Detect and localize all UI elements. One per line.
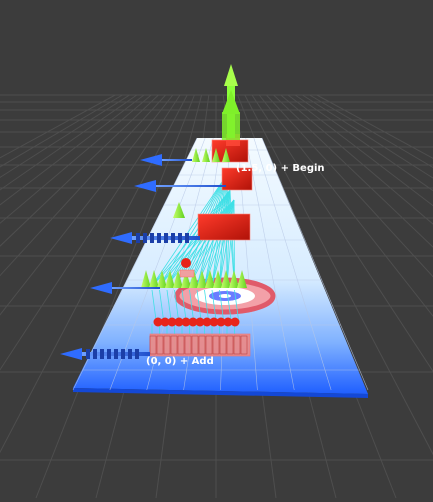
arrow-segment xyxy=(107,349,111,359)
arrow-segment xyxy=(135,349,139,359)
arrow-segment xyxy=(150,233,154,243)
red-box-icon[interactable] xyxy=(149,333,251,357)
arrow-segment xyxy=(143,233,147,243)
arrow-head xyxy=(60,348,82,360)
grid-line xyxy=(0,94,138,191)
arrow-segment xyxy=(136,233,140,243)
scene-canvas[interactable]: (1.5, 0) + Begin (0, 0) + Add xyxy=(0,0,433,499)
grid-line xyxy=(309,94,433,169)
arrow-segment xyxy=(164,233,168,243)
arrow-segment xyxy=(185,233,189,243)
arrow-segment xyxy=(171,233,175,243)
arrow-shaft xyxy=(162,159,192,161)
arrow-segment xyxy=(100,349,104,359)
grid-line xyxy=(316,94,433,159)
arrow-head xyxy=(90,282,112,294)
arrow-head xyxy=(110,232,132,244)
arrow-segment xyxy=(157,233,161,243)
near-position-label: (0, 0) + Add xyxy=(146,356,214,367)
arrow-segment xyxy=(114,349,118,359)
arrow-segment xyxy=(178,233,182,243)
arrow-segment xyxy=(128,349,132,359)
red-sphere-icon[interactable] xyxy=(230,317,240,327)
grid-line xyxy=(0,94,123,168)
arrow-shaft xyxy=(156,185,226,187)
arrow-segment xyxy=(121,349,125,359)
3d-viewport[interactable]: (1.5, 0) + Begin (0, 0) + Add xyxy=(0,0,433,499)
red-sphere-icon[interactable] xyxy=(181,258,191,268)
arrow-segment xyxy=(93,349,97,359)
red-box-icon[interactable] xyxy=(197,213,251,241)
arrow-shaft xyxy=(112,287,160,289)
arrow-segment xyxy=(86,349,90,359)
far-position-label: (1.5, 0) + Begin xyxy=(236,163,325,174)
red-box-icon[interactable] xyxy=(179,269,195,278)
grid-line xyxy=(0,94,116,159)
